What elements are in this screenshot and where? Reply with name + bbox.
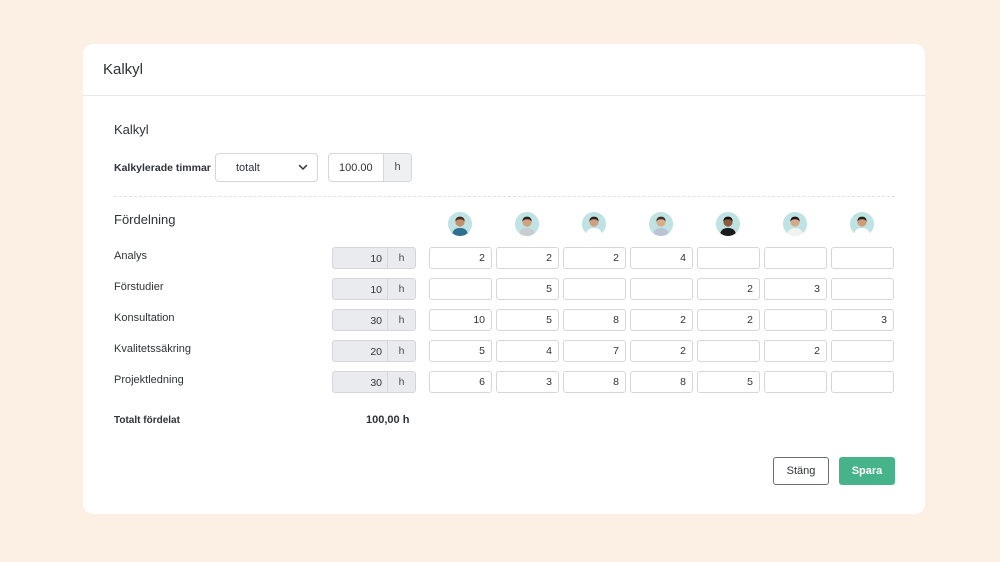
row-hours-field: 30 h [332, 309, 416, 331]
total-distributed-value: 100,00 h [366, 414, 410, 426]
person-avatar-icon [515, 212, 539, 236]
person-avatar-icon [850, 212, 874, 236]
total-distributed-label: Totalt fördelat [114, 415, 180, 426]
allocation-input[interactable]: 3 [831, 309, 894, 331]
person-avatar-icon [783, 212, 807, 236]
total-hours-value: 100.00 [339, 162, 373, 174]
row-hours-value: 30 [370, 377, 382, 389]
allocation-input[interactable]: 2 [764, 340, 827, 362]
fordelning-section-title: Fördelning [114, 212, 176, 227]
mode-select[interactable]: totalt [215, 153, 318, 182]
row-hours-unit: h [387, 279, 415, 299]
row-hours-value: 20 [370, 346, 382, 358]
allocation-input[interactable] [697, 340, 760, 362]
allocation-input[interactable] [764, 371, 827, 393]
row-hours-unit: h [387, 310, 415, 330]
allocation-input[interactable]: 2 [630, 309, 693, 331]
close-button[interactable]: Stäng [773, 457, 829, 485]
allocation-input[interactable]: 8 [563, 309, 626, 331]
allocation-input[interactable]: 2 [697, 278, 760, 300]
allocation-input[interactable]: 8 [563, 371, 626, 393]
row-hours-unit: h [387, 372, 415, 392]
allocation-input[interactable] [630, 278, 693, 300]
allocation-input[interactable]: 2 [563, 247, 626, 269]
person-avatar-icon [582, 212, 606, 236]
card-header: Kalkyl [83, 44, 925, 96]
row-hours-field: 10 h [332, 278, 416, 300]
allocation-input[interactable] [563, 278, 626, 300]
allocation-input[interactable]: 10 [429, 309, 492, 331]
allocation-input[interactable] [697, 247, 760, 269]
allocation-input[interactable] [764, 247, 827, 269]
row-hours-value: 30 [370, 315, 382, 327]
section-divider [114, 196, 895, 197]
row-hours-value: 10 [370, 284, 382, 296]
row-label: Konsultation [114, 312, 175, 324]
allocation-input[interactable]: 7 [563, 340, 626, 362]
allocation-input[interactable]: 6 [429, 371, 492, 393]
allocation-input[interactable]: 3 [496, 371, 559, 393]
allocation-input[interactable]: 4 [630, 247, 693, 269]
allocation-input[interactable] [764, 309, 827, 331]
allocation-input[interactable] [831, 247, 894, 269]
row-label: Projektledning [114, 374, 184, 386]
allocation-input[interactable]: 5 [496, 278, 559, 300]
allocation-input[interactable]: 5 [496, 309, 559, 331]
person-avatar-icon [649, 212, 673, 236]
allocation-input[interactable]: 2 [429, 247, 492, 269]
person-avatar-icon [716, 212, 740, 236]
row-label: Analys [114, 250, 148, 262]
allocation-input[interactable]: 3 [764, 278, 827, 300]
row-label: Kvalitetssäkring [114, 343, 192, 355]
allocation-input[interactable]: 8 [630, 371, 693, 393]
total-hours-unit: h [383, 154, 411, 181]
row-hours-unit: h [387, 341, 415, 361]
allocation-input[interactable]: 5 [429, 340, 492, 362]
total-hours-input[interactable]: 100.00 h [328, 153, 412, 182]
chevron-down-icon [298, 164, 308, 170]
allocation-input[interactable] [831, 278, 894, 300]
allocation-input[interactable] [429, 278, 492, 300]
allocation-input[interactable] [831, 340, 894, 362]
kalkyl-section-title: Kalkyl [114, 122, 149, 137]
mode-select-value: totalt [236, 162, 260, 174]
row-hours-unit: h [387, 248, 415, 268]
allocation-input[interactable]: 5 [697, 371, 760, 393]
row-hours-field: 10 h [332, 247, 416, 269]
allocation-input[interactable]: 2 [697, 309, 760, 331]
allocation-input[interactable]: 2 [630, 340, 693, 362]
person-avatar-icon [448, 212, 472, 236]
save-button[interactable]: Spara [839, 457, 895, 485]
row-hours-field: 30 h [332, 371, 416, 393]
row-hours-field: 20 h [332, 340, 416, 362]
allocation-input[interactable]: 4 [496, 340, 559, 362]
allocation-input[interactable] [831, 371, 894, 393]
card-title: Kalkyl [103, 61, 144, 78]
row-hours-value: 10 [370, 253, 382, 265]
hours-label: Kalkylerade timmar [114, 162, 211, 174]
kalkyl-card: Kalkyl Kalkyl Kalkylerade timmar totalt … [83, 44, 925, 514]
allocation-input[interactable]: 2 [496, 247, 559, 269]
row-label: Förstudier [114, 281, 164, 293]
